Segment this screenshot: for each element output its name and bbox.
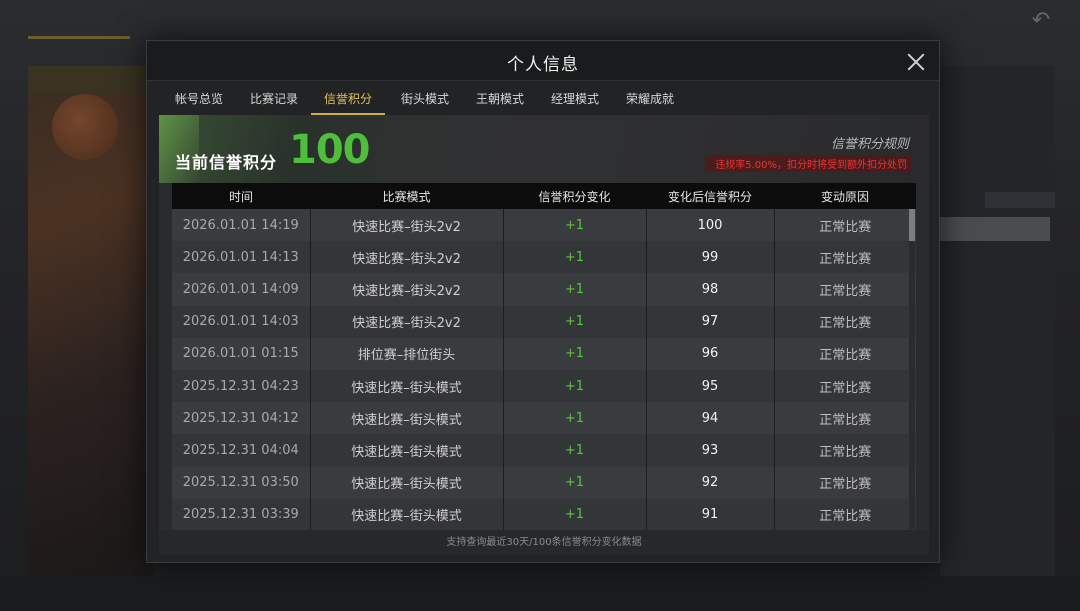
background-topbar bbox=[0, 0, 1080, 42]
cell-change: +1 bbox=[503, 273, 647, 306]
cell-after: 100 bbox=[646, 209, 775, 242]
cell-change: +1 bbox=[503, 209, 647, 242]
credit-rules-link[interactable]: 信誉积分规则 bbox=[831, 133, 909, 152]
header-mode: 比赛模式 bbox=[310, 183, 503, 209]
table-row: 2025.12.31 03:39 快速比赛–街头模式 +1 91 正常比赛 bbox=[172, 498, 916, 531]
credit-score-panel: 当前信誉积分 100 信誉积分规则 违规率5.00%，扣分时将受到额外扣分处罚 … bbox=[159, 115, 929, 555]
background-tab-underline bbox=[28, 36, 130, 39]
tab-honor-achievements[interactable]: 荣耀成就 bbox=[624, 85, 676, 115]
cell-change: +1 bbox=[503, 466, 647, 499]
background-ranking-header bbox=[985, 192, 1055, 208]
cell-reason: 正常比赛 bbox=[774, 241, 916, 274]
cell-reason: 正常比赛 bbox=[774, 498, 916, 531]
cell-after: 92 bbox=[646, 466, 775, 499]
cell-change: +1 bbox=[503, 369, 647, 403]
score-value: 100 bbox=[289, 127, 370, 173]
cell-reason: 正常比赛 bbox=[774, 434, 916, 467]
cell-after: 94 bbox=[646, 402, 775, 435]
tab-match-records[interactable]: 比赛记录 bbox=[248, 85, 300, 115]
personal-info-modal: 个人信息 帐号总览 比赛记录 信誉积分 街头模式 王朝模式 经理模式 荣耀成就 … bbox=[146, 40, 940, 563]
background-ranking-panel bbox=[940, 66, 1055, 576]
cell-change: +1 bbox=[503, 434, 647, 467]
table-row: 2026.01.01 14:19 快速比赛–街头2v2 +1 100 正常比赛 bbox=[172, 209, 916, 242]
cell-after: 98 bbox=[646, 273, 775, 306]
cell-reason: 正常比赛 bbox=[774, 305, 916, 338]
tab-manager-mode[interactable]: 经理模式 bbox=[549, 85, 601, 115]
background-ranking-highlight bbox=[940, 217, 1050, 241]
cell-time: 2025.12.31 03:50 bbox=[172, 466, 311, 499]
back-arrow-icon[interactable]: ↶ bbox=[1024, 10, 1058, 32]
header-time: 时间 bbox=[172, 183, 310, 209]
table-row: 2026.01.01 14:13 快速比赛–街头2v2 +1 99 正常比赛 bbox=[172, 241, 916, 274]
modal-title: 个人信息 bbox=[507, 55, 579, 75]
scrollbar-thumb[interactable] bbox=[909, 209, 915, 241]
header-after: 变化后信誉积分 bbox=[646, 183, 774, 209]
modal-tabs: 帐号总览 比赛记录 信誉积分 街头模式 王朝模式 经理模式 荣耀成就 bbox=[159, 85, 929, 115]
cell-mode: 快速比赛–街头模式 bbox=[310, 402, 504, 435]
cell-reason: 正常比赛 bbox=[774, 466, 916, 499]
cell-time: 2026.01.01 14:19 bbox=[172, 209, 311, 242]
cell-time: 2026.01.01 14:13 bbox=[172, 241, 311, 274]
header-reason: 变动原因 bbox=[774, 183, 916, 209]
tab-dynasty-mode[interactable]: 王朝模式 bbox=[474, 85, 526, 115]
cell-time: 2026.01.01 14:03 bbox=[172, 305, 311, 338]
cell-after: 93 bbox=[646, 434, 775, 467]
cell-mode: 快速比赛–街头模式 bbox=[310, 434, 504, 467]
cell-time: 2025.12.31 04:12 bbox=[172, 402, 311, 435]
cell-reason: 正常比赛 bbox=[774, 273, 916, 306]
cell-mode: 快速比赛–街头2v2 bbox=[310, 209, 504, 242]
cell-time: 2025.12.31 04:04 bbox=[172, 434, 311, 467]
cell-mode: 快速比赛–街头模式 bbox=[310, 369, 504, 403]
background-bottom-bar bbox=[0, 576, 1080, 611]
tab-credit-score[interactable]: 信誉积分 bbox=[311, 85, 385, 115]
credit-history-table: 时间 比赛模式 信誉积分变化 变化后信誉积分 变动原因 2026.01.01 1… bbox=[172, 183, 916, 531]
table-row: 2026.01.01 14:03 快速比赛–街头2v2 +1 97 正常比赛 bbox=[172, 305, 916, 338]
cell-time: 2026.01.01 01:15 bbox=[172, 337, 311, 370]
cell-change: +1 bbox=[503, 402, 647, 435]
cell-change: +1 bbox=[503, 241, 647, 274]
cell-mode: 快速比赛–街头模式 bbox=[310, 498, 504, 531]
table-row: 2025.12.31 04:04 快速比赛–街头模式 +1 93 正常比赛 bbox=[172, 434, 916, 467]
footer-note: 支持查询最近30天/100条信誉积分变化数据 bbox=[159, 530, 929, 555]
tab-account-overview[interactable]: 帐号总览 bbox=[173, 85, 225, 115]
cell-reason: 正常比赛 bbox=[774, 402, 916, 435]
cell-after: 97 bbox=[646, 305, 775, 338]
basketball-image bbox=[52, 94, 118, 160]
cell-time: 2026.01.01 14:09 bbox=[172, 273, 311, 306]
table-scrollbar[interactable] bbox=[909, 209, 915, 529]
score-label: 当前信誉积分 bbox=[175, 153, 278, 172]
cell-after: 91 bbox=[646, 498, 775, 531]
cell-mode: 排位赛–排位街头 bbox=[310, 337, 504, 370]
cell-time: 2025.12.31 03:39 bbox=[172, 498, 311, 531]
background-left-tab bbox=[28, 66, 154, 94]
cell-change: +1 bbox=[503, 305, 647, 338]
cell-after: 99 bbox=[646, 241, 775, 274]
table-row: 2025.12.31 04:23 快速比赛–街头模式 +1 95 正常比赛 bbox=[172, 369, 916, 403]
cell-after: 95 bbox=[646, 369, 775, 403]
cell-time: 2025.12.31 04:23 bbox=[172, 369, 311, 403]
cell-reason: 正常比赛 bbox=[774, 369, 916, 403]
tab-street-mode[interactable]: 街头模式 bbox=[399, 85, 451, 115]
table-row: 2025.12.31 03:50 快速比赛–街头模式 +1 92 正常比赛 bbox=[172, 466, 916, 499]
cell-change: +1 bbox=[503, 337, 647, 370]
cell-change: +1 bbox=[503, 498, 647, 531]
modal-header: 个人信息 bbox=[147, 41, 939, 81]
cell-after: 96 bbox=[646, 337, 775, 370]
cell-mode: 快速比赛–街头2v2 bbox=[310, 273, 504, 306]
close-icon[interactable] bbox=[905, 51, 927, 73]
cell-reason: 正常比赛 bbox=[774, 209, 916, 242]
table-row: 2025.12.31 04:12 快速比赛–街头模式 +1 94 正常比赛 bbox=[172, 402, 916, 435]
cell-mode: 快速比赛–街头2v2 bbox=[310, 241, 504, 274]
header-change: 信誉积分变化 bbox=[503, 183, 646, 209]
table-header-row: 时间 比赛模式 信誉积分变化 变化后信誉积分 变动原因 bbox=[172, 183, 916, 209]
violation-warning: 违规率5.00%，扣分时将受到额外扣分处罚 bbox=[705, 155, 911, 172]
cell-mode: 快速比赛–街头模式 bbox=[310, 466, 504, 499]
cell-mode: 快速比赛–街头2v2 bbox=[310, 305, 504, 338]
table-row: 2026.01.01 14:09 快速比赛–街头2v2 +1 98 正常比赛 bbox=[172, 273, 916, 306]
table-row: 2026.01.01 01:15 排位赛–排位街头 +1 96 正常比赛 bbox=[172, 337, 916, 370]
cell-reason: 正常比赛 bbox=[774, 337, 916, 370]
